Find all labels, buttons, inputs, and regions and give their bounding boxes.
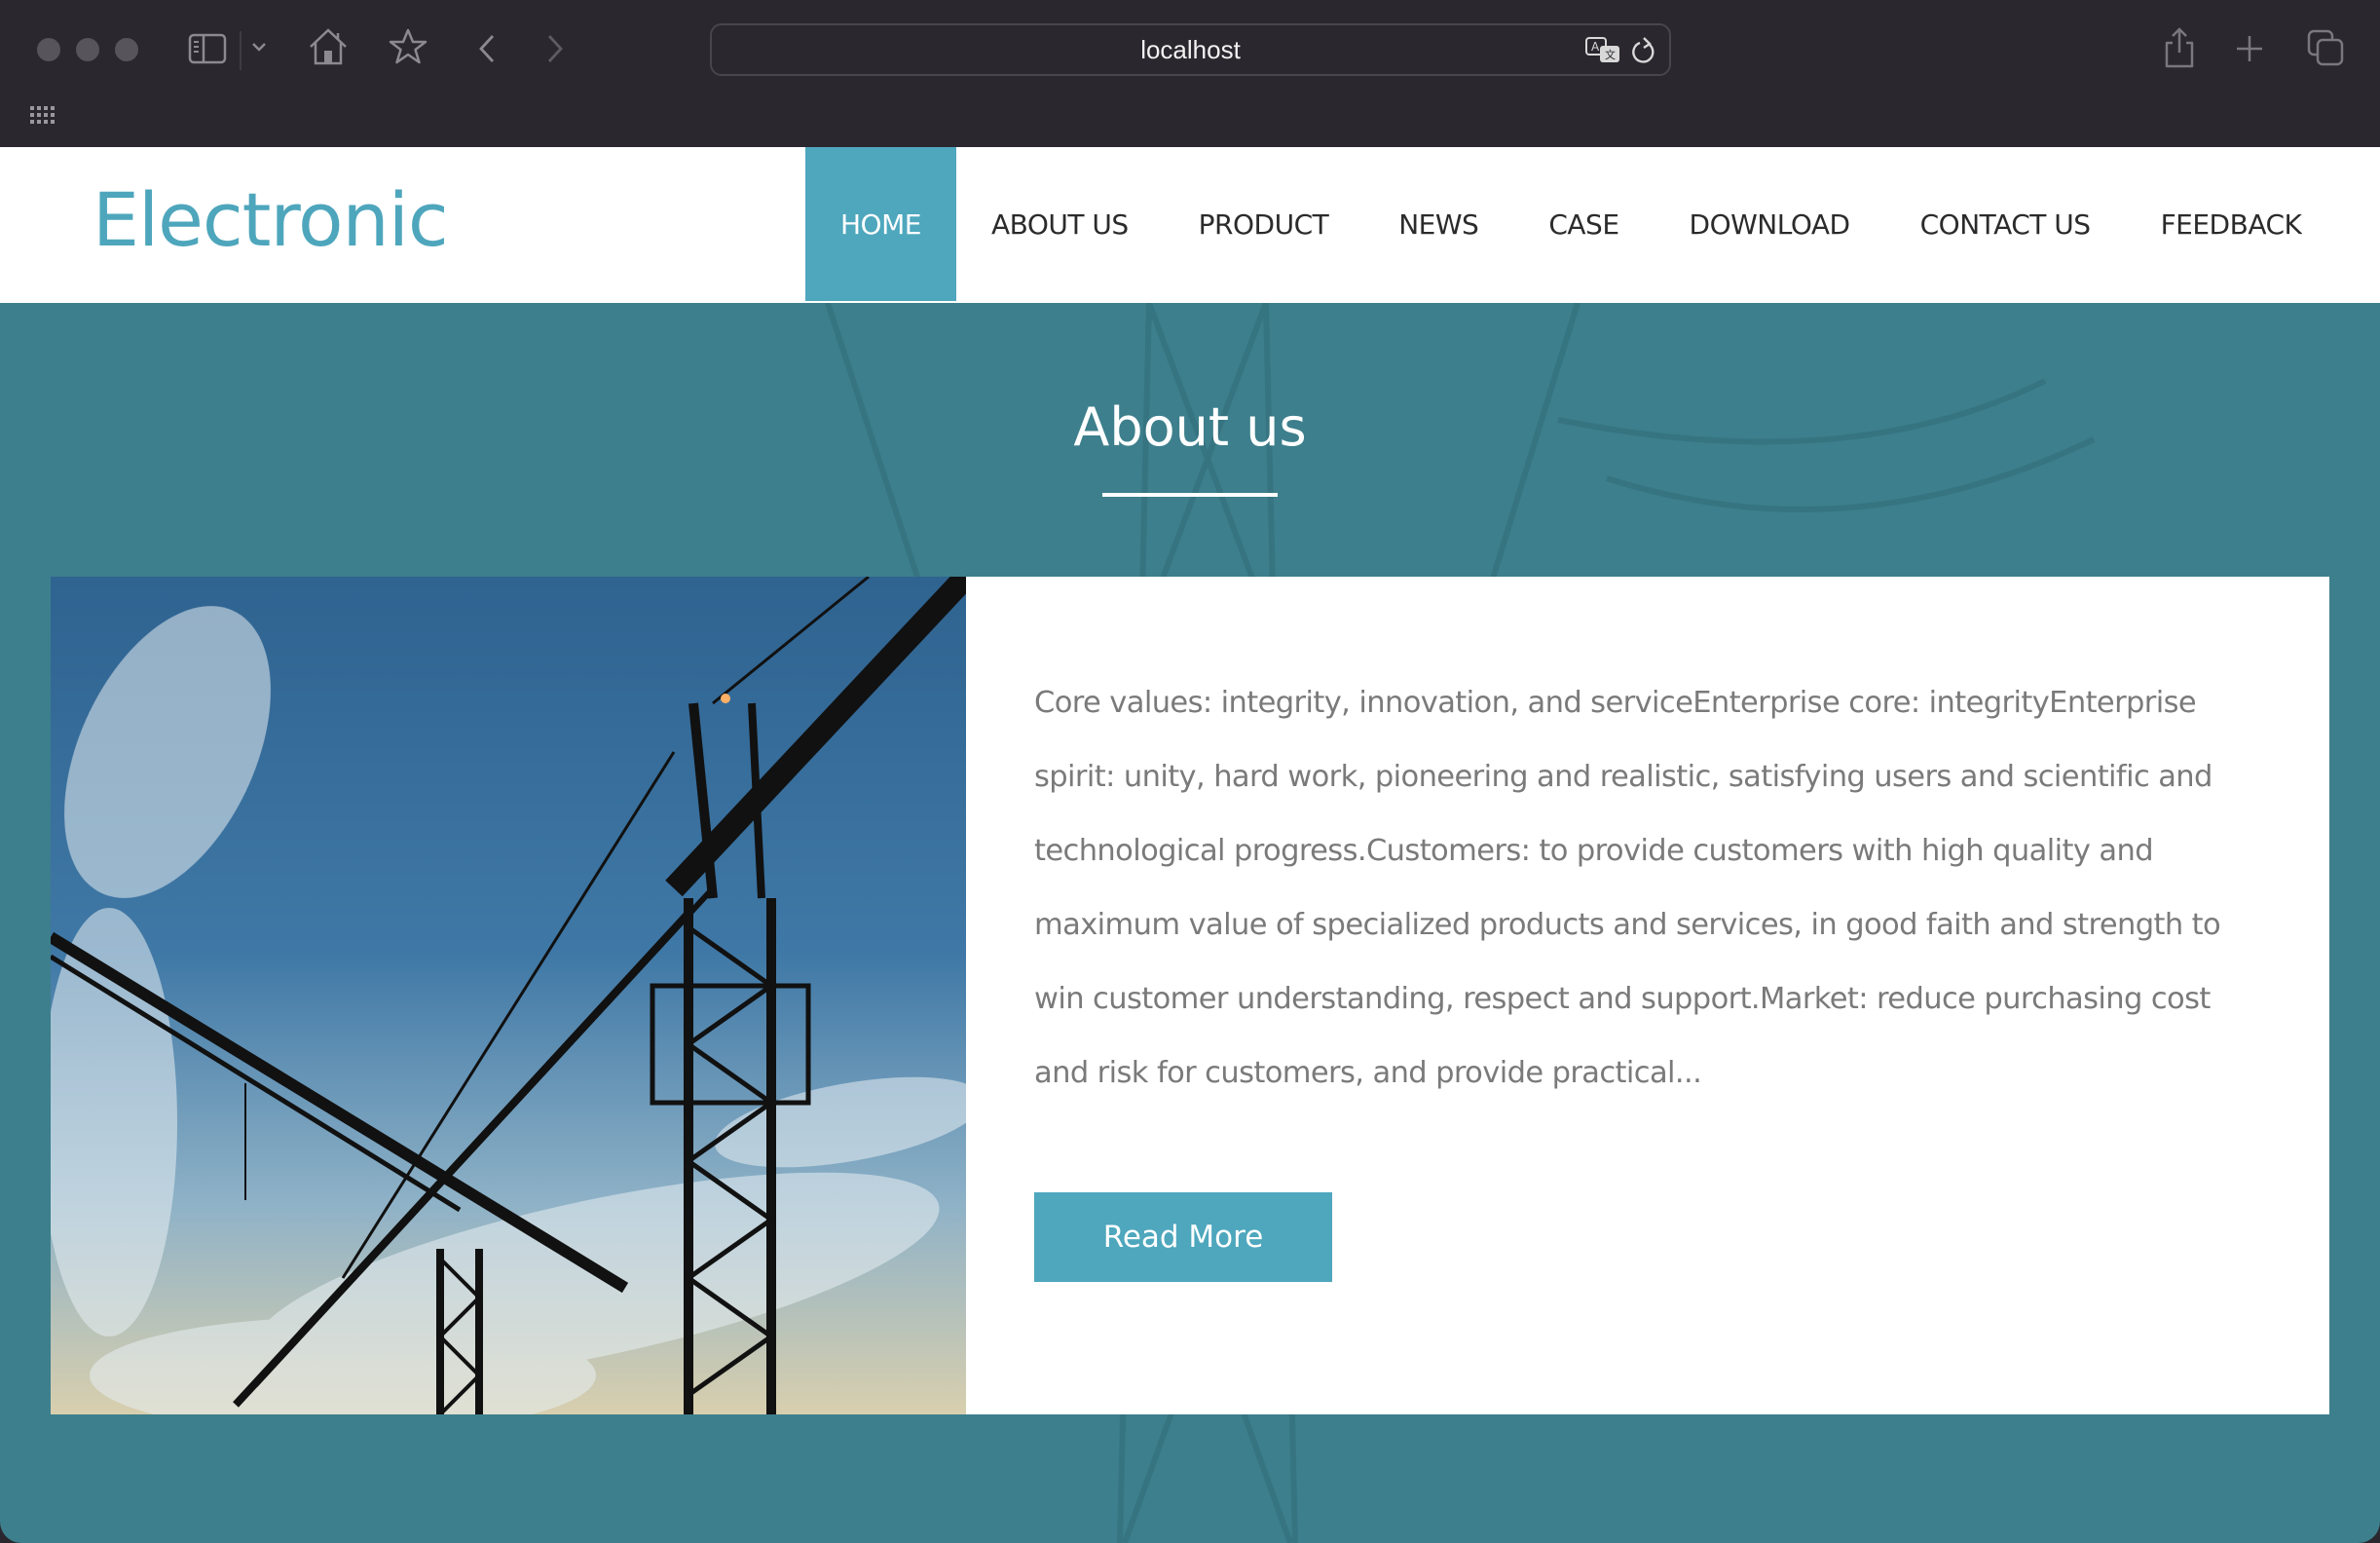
nav-item-feedback[interactable]: FEEDBACK xyxy=(2126,147,2337,301)
nav-item-case[interactable]: CASE xyxy=(1513,147,1654,301)
zoom-window-button[interactable] xyxy=(115,38,138,61)
translate-icon[interactable]: A文 xyxy=(1585,37,1622,70)
reload-icon[interactable] xyxy=(1630,37,1657,70)
forward-icon[interactable] xyxy=(543,33,567,64)
site-logo[interactable]: Electronic xyxy=(93,176,449,263)
url-text[interactable]: localhost xyxy=(712,25,1669,74)
about-description: Core values: integrity, innovation, and … xyxy=(1034,686,2221,1090)
share-icon[interactable] xyxy=(2163,27,2196,68)
about-image xyxy=(51,577,966,1414)
close-window-button[interactable] xyxy=(37,38,60,61)
apps-grid-icon[interactable] xyxy=(30,106,57,126)
address-bar[interactable]: localhost A文 xyxy=(710,23,1671,76)
nav-item-news[interactable]: NEWS xyxy=(1363,147,1513,301)
crane-photo xyxy=(51,577,966,1414)
toolbar-divider xyxy=(240,31,242,70)
star-icon[interactable] xyxy=(389,27,428,66)
tabs-overview-icon[interactable] xyxy=(2307,29,2344,66)
nav-item-product[interactable]: PRODUCT xyxy=(1164,147,1364,301)
about-card-body: Core values: integrity, innovation, and … xyxy=(966,577,2329,1414)
home-icon[interactable] xyxy=(308,27,349,66)
chevron-down-icon[interactable] xyxy=(251,41,267,53)
about-card: Core values: integrity, innovation, and … xyxy=(51,577,2329,1414)
nav-item-home[interactable]: HOME xyxy=(805,147,956,301)
nav-item-contact-us[interactable]: CONTACT US xyxy=(1885,147,2126,301)
read-more-button[interactable]: Read More xyxy=(1034,1192,1332,1282)
sidebar-icon[interactable] xyxy=(188,33,227,64)
minimize-window-button[interactable] xyxy=(76,38,99,61)
svg-text:A: A xyxy=(1591,40,1600,54)
browser-toolbar: localhost A文 xyxy=(0,0,2380,147)
title-underline xyxy=(1102,493,1278,497)
about-section: About us Core values: integrity, innovat… xyxy=(0,303,2380,1543)
site-header: Electronic HOME ABOUT US PRODUCT NEWS CA… xyxy=(0,147,2380,303)
section-title: About us xyxy=(1073,396,1307,458)
window-controls xyxy=(37,38,138,61)
nav-item-about-us[interactable]: ABOUT US xyxy=(956,147,1164,301)
new-tab-icon[interactable] xyxy=(2235,34,2264,63)
main-nav: HOME ABOUT US PRODUCT NEWS CASE DOWNLOAD… xyxy=(805,147,2336,301)
back-icon[interactable] xyxy=(475,33,499,64)
svg-text:文: 文 xyxy=(1605,48,1616,61)
nav-item-download[interactable]: DOWNLOAD xyxy=(1655,147,1885,301)
